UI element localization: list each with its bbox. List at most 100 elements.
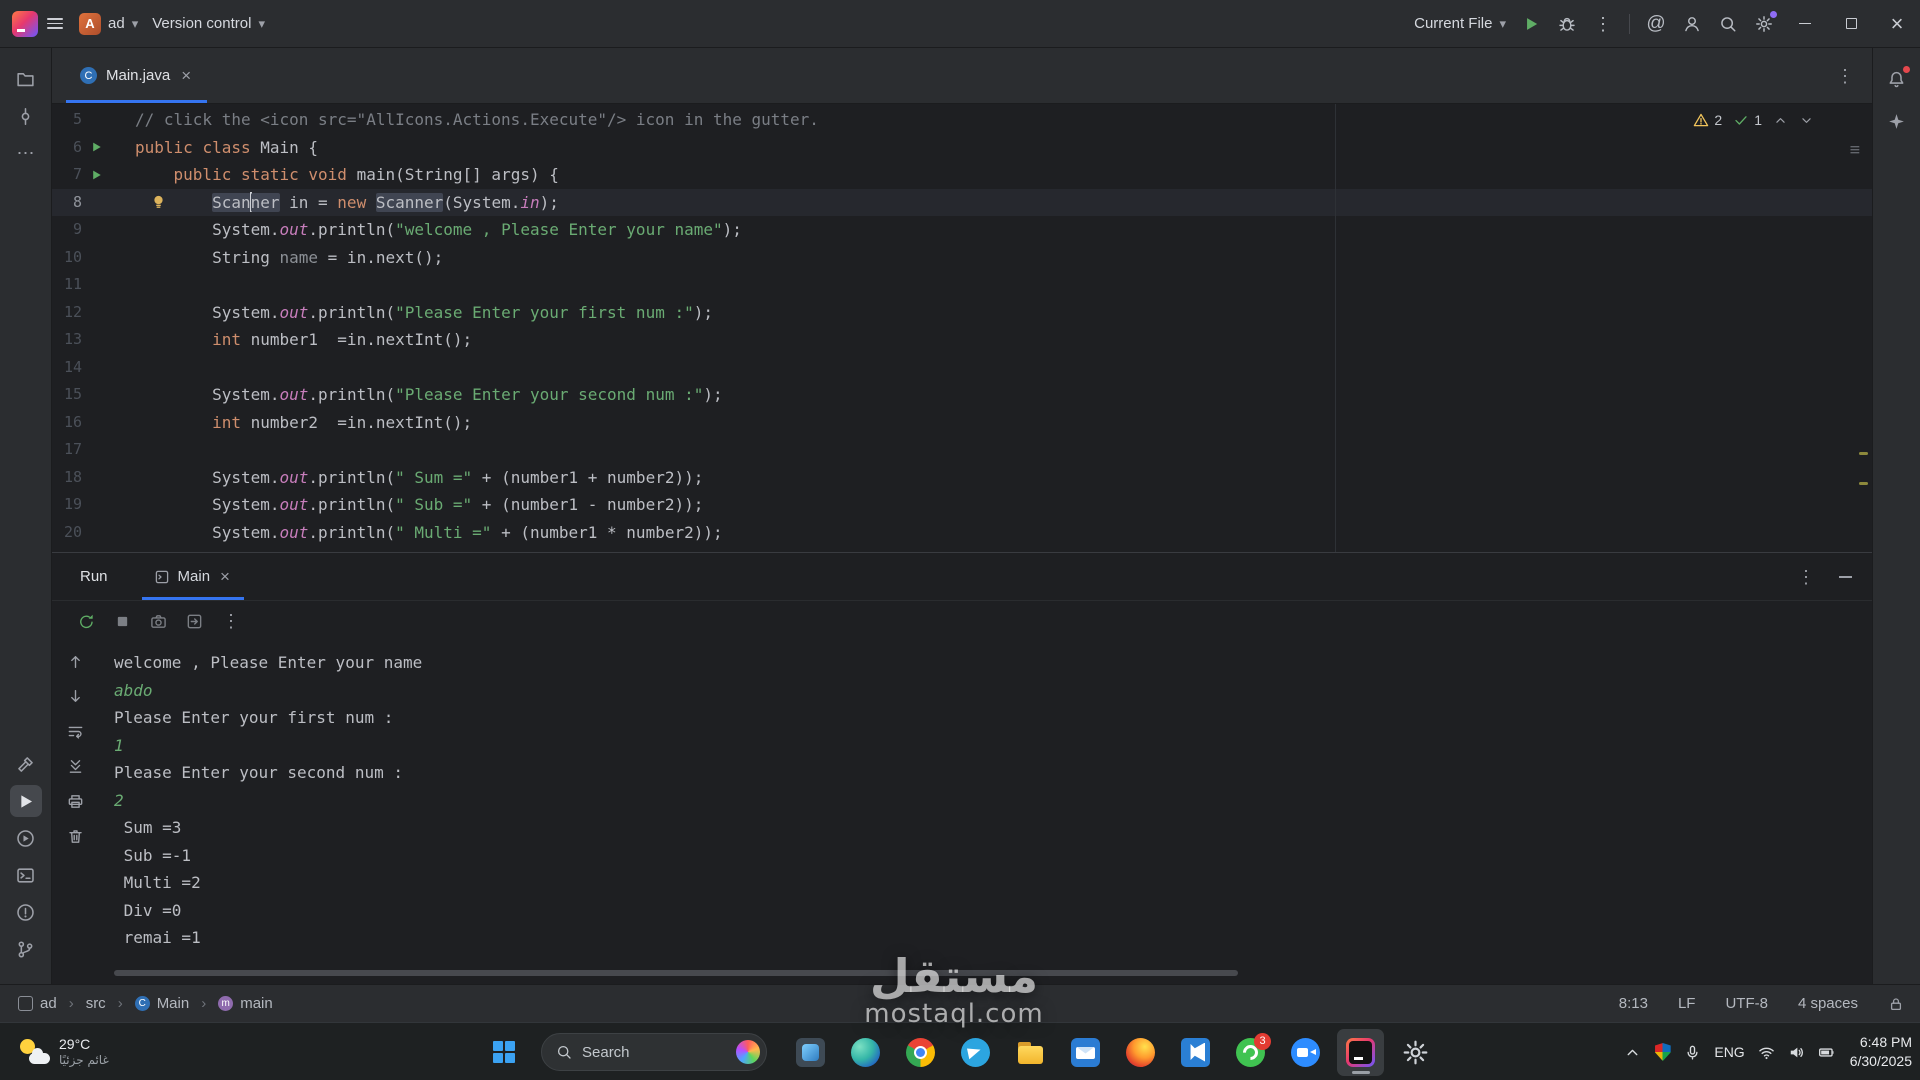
code-line-14[interactable]: 14 [52, 354, 1872, 382]
settings-gear-icon[interactable] [1746, 6, 1782, 42]
breadcrumb-method[interactable]: mmain [216, 993, 275, 1014]
code-line-6[interactable]: 6public class Main { [52, 134, 1872, 162]
intellij-logo-icon[interactable] [12, 11, 38, 37]
line-number[interactable]: 5 [52, 106, 82, 134]
scroll-to-end-icon[interactable] [67, 758, 84, 775]
settings-app-icon[interactable] [1392, 1029, 1439, 1076]
more-options-icon[interactable]: ⋮ [222, 612, 240, 630]
caret-position[interactable]: 8:13 [1619, 995, 1648, 1012]
screenshot-icon[interactable] [150, 613, 167, 630]
print-icon[interactable] [67, 793, 84, 810]
clock-widget[interactable]: 6:48 PM 6/30/2025 [1850, 1033, 1912, 1071]
start-button[interactable] [481, 1029, 527, 1075]
run-tool-icon[interactable] [10, 785, 42, 817]
build-tool-icon[interactable] [10, 748, 42, 780]
close-tab-icon[interactable]: × [179, 66, 193, 86]
chrome-app-icon[interactable] [897, 1029, 944, 1076]
project-selector[interactable]: A ad ▾ [72, 6, 145, 42]
account-icon[interactable]: @ [1638, 6, 1674, 42]
breadcrumb-src[interactable]: src [84, 993, 108, 1014]
up-the-stack-icon[interactable] [67, 653, 84, 670]
ai-assistant-icon[interactable] [1881, 105, 1913, 137]
code-line-10[interactable]: 10 String name = in.next(); [52, 244, 1872, 272]
close-icon[interactable]: × [1874, 0, 1920, 48]
line-number[interactable]: 18 [52, 464, 82, 492]
mail-app-icon[interactable] [1062, 1029, 1109, 1076]
edge-app-icon[interactable] [842, 1029, 889, 1076]
line-number[interactable]: 8 [52, 189, 82, 217]
line-number[interactable]: 19 [52, 491, 82, 519]
code-line-11[interactable]: 11 [52, 271, 1872, 299]
line-number[interactable]: 14 [52, 354, 82, 382]
weather-widget[interactable]: 29°C غائم جزئيًا [10, 1023, 117, 1080]
battery-icon[interactable] [1818, 1044, 1835, 1061]
volume-icon[interactable] [1788, 1044, 1805, 1061]
next-problem-icon[interactable] [1799, 113, 1814, 128]
collaborate-icon[interactable] [1674, 6, 1710, 42]
code-line-19[interactable]: 19 System.out.println(" Sub =" + (number… [52, 491, 1872, 519]
run-more-options-icon[interactable]: ⋮ [1797, 568, 1815, 586]
clear-all-icon[interactable] [67, 828, 84, 845]
code-line-12[interactable]: 12 System.out.println("Please Enter your… [52, 299, 1872, 327]
soft-wrap-icon[interactable] [67, 723, 84, 740]
tab-options-icon[interactable]: ⋮ [1836, 67, 1854, 85]
breadcrumb-module[interactable]: ad [16, 993, 59, 1014]
ok-count[interactable]: 1 [1733, 112, 1762, 128]
open-in-editor-icon[interactable] [186, 613, 203, 630]
code-line-13[interactable]: 13 int number1 =in.nextInt(); [52, 326, 1872, 354]
language-indicator[interactable]: ENG [1714, 1044, 1744, 1060]
firefox-app-icon[interactable] [1117, 1029, 1164, 1076]
whatsapp-app-icon[interactable]: 3 [1227, 1029, 1274, 1076]
inspections-widget[interactable]: 2 1 [1693, 112, 1814, 128]
code-line-9[interactable]: 9 System.out.println("welcome , Please E… [52, 216, 1872, 244]
line-number[interactable]: 11 [52, 271, 82, 299]
console-output[interactable]: welcome , Please Enter your nameabdoPlea… [98, 641, 1872, 984]
terminal-tool-icon[interactable] [10, 859, 42, 891]
intention-bulb-icon[interactable] [150, 193, 167, 210]
code-line-16[interactable]: 16 int number2 =in.nextInt(); [52, 409, 1872, 437]
more-options-icon[interactable]: ⋮ [1585, 6, 1621, 42]
code-line-8[interactable]: 8 Scanner in = new Scanner(System.in); [52, 189, 1872, 217]
code-line-20[interactable]: 20 System.out.println(" Multi =" + (numb… [52, 519, 1872, 547]
main-menu-icon[interactable] [38, 6, 72, 42]
line-number[interactable]: 13 [52, 326, 82, 354]
taskbar-search[interactable]: Search [541, 1033, 767, 1071]
line-number[interactable]: 7 [52, 161, 82, 189]
search-icon[interactable] [1710, 6, 1746, 42]
maximize-icon[interactable] [1828, 0, 1874, 48]
run-tab-main[interactable]: Main × [142, 553, 244, 600]
debug-icon[interactable] [1549, 6, 1585, 42]
line-number[interactable]: 17 [52, 436, 82, 464]
line-number[interactable]: 20 [52, 519, 82, 547]
line-separator[interactable]: LF [1678, 995, 1696, 1012]
close-tab-icon[interactable]: × [218, 567, 232, 587]
line-number[interactable]: 15 [52, 381, 82, 409]
zoom-app-icon[interactable] [1282, 1029, 1329, 1076]
line-number[interactable]: 12 [52, 299, 82, 327]
line-number[interactable]: 9 [52, 216, 82, 244]
more-tools-icon[interactable]: ⋯ [10, 137, 42, 169]
file-encoding[interactable]: UTF-8 [1725, 995, 1768, 1012]
line-number[interactable]: 16 [52, 409, 82, 437]
down-the-stack-icon[interactable] [67, 688, 84, 705]
stop-icon[interactable] [114, 613, 131, 630]
intellij-app-icon[interactable] [1337, 1029, 1384, 1076]
code-line-18[interactable]: 18 System.out.println(" Sum =" + (number… [52, 464, 1872, 492]
microphone-icon[interactable] [1684, 1044, 1701, 1061]
commit-tool-icon[interactable] [10, 100, 42, 132]
search-highlight-icon[interactable] [736, 1040, 760, 1064]
wifi-icon[interactable] [1758, 1044, 1775, 1061]
project-tool-icon[interactable] [10, 63, 42, 95]
problems-tool-icon[interactable] [10, 896, 42, 928]
tray-chevron-up-icon[interactable] [1624, 1044, 1641, 1061]
security-shield-icon[interactable] [1654, 1043, 1671, 1061]
line-number[interactable]: 10 [52, 244, 82, 272]
horizontal-scrollbar[interactable] [114, 970, 1238, 976]
code-line-5[interactable]: 5// click the <icon src="AllIcons.Action… [52, 106, 1872, 134]
indent-style[interactable]: 4 spaces [1798, 995, 1858, 1012]
warnings-count[interactable]: 2 [1693, 112, 1722, 128]
run-gutter-icon[interactable] [82, 161, 110, 189]
line-number[interactable]: 6 [52, 134, 82, 162]
editor-menu-icon[interactable]: ≡ [1850, 140, 1860, 160]
run-gutter-icon[interactable] [82, 134, 110, 162]
